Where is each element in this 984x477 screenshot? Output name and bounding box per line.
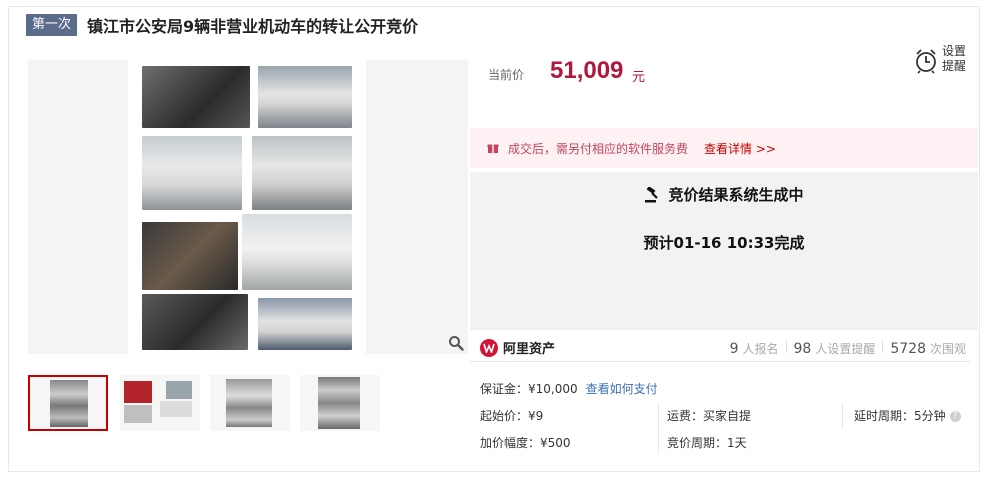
photo-tile-car-4: [242, 214, 352, 290]
thumbnail-1[interactable]: [28, 375, 108, 431]
alarm-clock-icon: [916, 49, 936, 74]
page-title: 镇江市公安局9辆非营业机动车的转让公开竞价: [87, 17, 419, 36]
reminders-count: 98: [793, 341, 812, 357]
main-photo[interactable]: [28, 60, 468, 354]
auction-stats: 9 人报名 98 人设置提醒 5728 次围观: [730, 340, 966, 357]
magnifier-icon: [449, 336, 464, 351]
platform-row: 阿里资产 9 人报名 98 人设置提醒 5728 次围观: [470, 336, 970, 362]
thumbnail-3[interactable]: [210, 375, 290, 431]
photo-tile-car-3: [252, 136, 352, 210]
price-area: 当前价 51,009 元 设置 提醒: [470, 44, 978, 128]
help-icon[interactable]: ?: [949, 411, 961, 422]
platform-name: 阿里资产: [503, 342, 556, 357]
thumbnail-4[interactable]: [300, 375, 380, 431]
platform-brand: 阿里资产: [480, 338, 555, 357]
how-to-pay-link[interactable]: 查看如何支付: [586, 382, 658, 396]
views-label: 次围观: [929, 342, 966, 356]
increment-info: 加价幅度：¥500: [480, 436, 571, 450]
deposit-info: 保证金：¥10,000 查看如何支付: [480, 382, 658, 396]
view-details-link[interactable]: 查看详情 >>: [704, 140, 776, 157]
thumbnail-2[interactable]: [120, 375, 200, 431]
current-price-label: 当前价: [488, 68, 525, 82]
reminders-label: 人设置提醒: [815, 342, 876, 356]
photo-tile-car-5: [258, 298, 352, 350]
set-reminder-button[interactable]: 设置 提醒: [914, 44, 978, 88]
photo-tile-dashboard-2: [142, 222, 238, 290]
photo-right-blank: [366, 60, 468, 354]
gift-icon: [487, 144, 499, 153]
auction-status-box: 竞价结果系统生成中 预计01-16 10:33完成: [470, 172, 978, 330]
shipping-info: 运费：买家自提: [667, 409, 752, 423]
service-fee-notice: 成交后，需另付相应的软件服务费 查看详情 >>: [470, 128, 978, 168]
gavel-icon: [645, 186, 659, 202]
round-tag: 第一次: [26, 14, 78, 36]
signups-count: 9: [729, 341, 739, 357]
details-divider-1: [658, 404, 659, 454]
views-count: 5728: [890, 341, 926, 357]
current-price-value: 51,009: [550, 57, 624, 84]
bidding-cycle-info: 竞价周期：1天: [667, 436, 747, 450]
ali-asset-logo-icon: [480, 338, 498, 357]
photo-tile-dashboard-3: [142, 294, 248, 350]
zoom-button[interactable]: [444, 332, 468, 354]
start-price-info: 起始价：¥9: [480, 409, 544, 423]
photo-left-blank: [28, 60, 128, 354]
status-expected-time: 预计01-16 10:33完成: [643, 234, 805, 252]
details-divider-2: [842, 404, 843, 428]
photo-tile-car-1: [258, 66, 352, 128]
photo-tile-dashboard-1: [142, 66, 250, 128]
delay-period-info: 延时周期：5分钟?: [854, 407, 961, 424]
current-price-unit: 元: [632, 70, 646, 85]
signups-label: 人报名: [742, 342, 779, 356]
notice-text: 成交后，需另付相应的软件服务费: [508, 142, 689, 156]
set-reminder-label: 设置 提醒: [942, 44, 967, 73]
status-generating: 竞价结果系统生成中: [470, 184, 978, 205]
vehicle-photo-collage: [140, 62, 356, 352]
photo-tile-car-2: [142, 136, 242, 210]
title-row: 第一次 镇江市公安局9辆非营业机动车的转让公开竞价: [26, 14, 418, 36]
